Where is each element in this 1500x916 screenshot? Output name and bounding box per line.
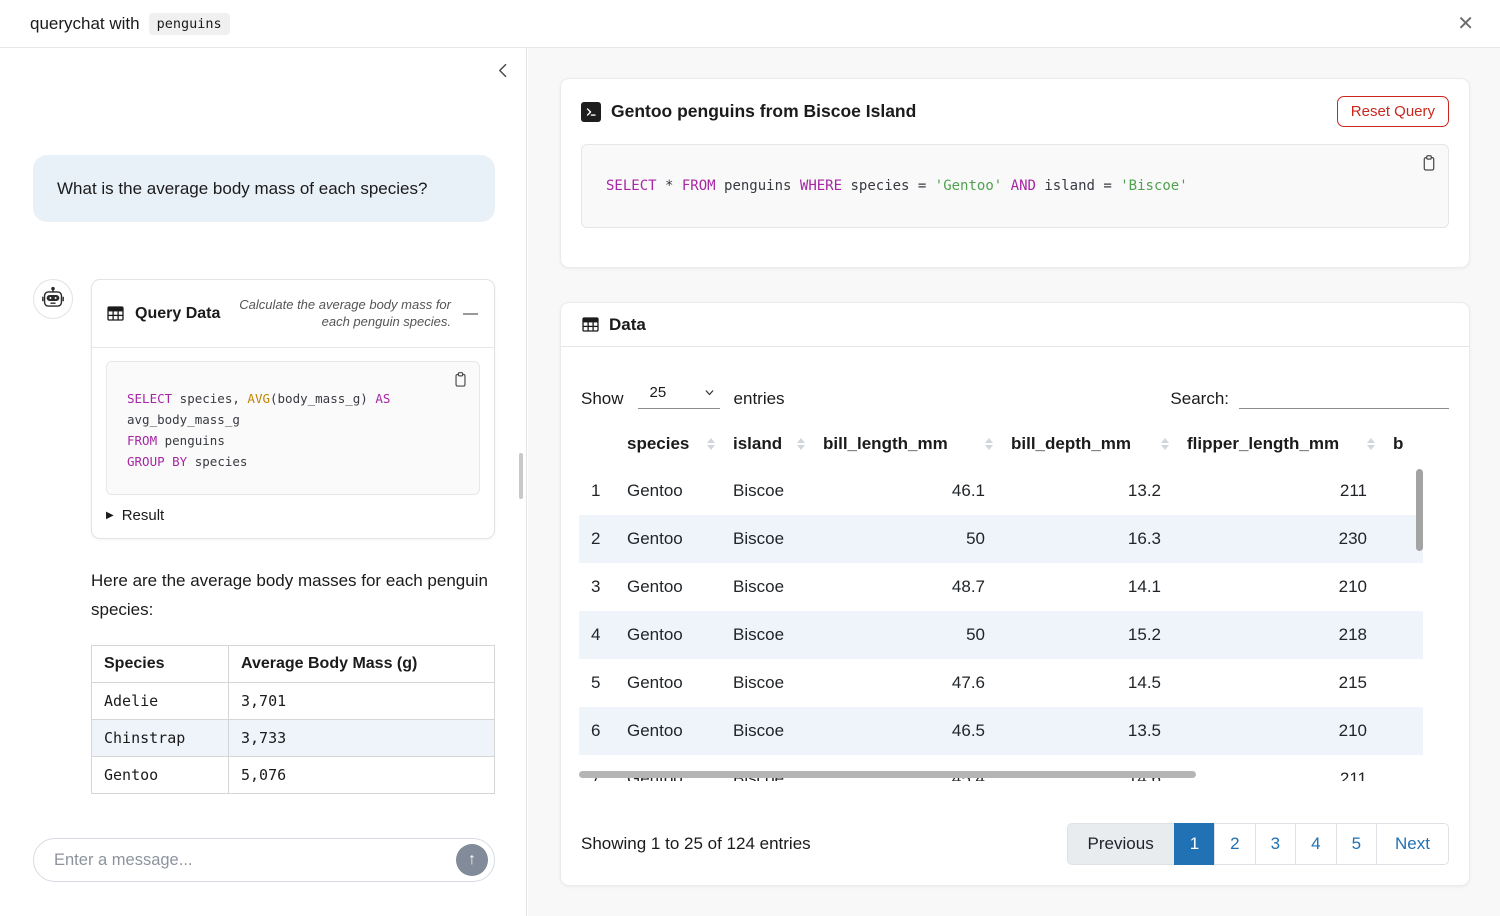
column-header-flipper-length[interactable]: flipper_length_mm: [1179, 425, 1385, 467]
data-card: Data Show 25 entries Search:: [560, 302, 1470, 886]
minimize-icon[interactable]: —: [461, 305, 480, 322]
column-header-bill-depth[interactable]: bill_depth_mm: [1003, 425, 1179, 467]
pagination-page-5[interactable]: 5: [1336, 823, 1377, 865]
arrow-up-icon: ↑: [468, 851, 476, 869]
sql-code-block-large: SELECT * FROM penguins WHERE species = '…: [581, 144, 1449, 228]
entries-info: Showing 1 to 25 of 124 entries: [581, 834, 811, 854]
pagination-page-1[interactable]: 1: [1174, 823, 1215, 865]
summary-col-mass: Average Body Mass (g): [229, 646, 495, 683]
close-icon[interactable]: ✕: [1457, 14, 1474, 34]
table-icon: [581, 315, 600, 334]
data-table-header: species island bill_length_mm bill_depth…: [579, 425, 1423, 467]
tool-card-header: Query Data Calculate the average body ma…: [92, 280, 494, 348]
sidebar-collapse-button[interactable]: [495, 62, 512, 82]
column-header-island[interactable]: island: [725, 425, 815, 467]
user-message: What is the average body mass of each sp…: [33, 155, 495, 222]
table-icon: [106, 304, 125, 323]
column-header-body-mass-truncated[interactable]: b: [1385, 425, 1423, 467]
summary-row: Chinstrap 3,733: [92, 720, 495, 757]
terminal-icon: [581, 102, 601, 122]
pagination-page-3[interactable]: 3: [1255, 823, 1296, 865]
chevron-left-icon: [495, 62, 512, 79]
column-header-species[interactable]: species: [619, 425, 725, 467]
search-input[interactable]: [1239, 386, 1449, 409]
sort-icon: [1367, 438, 1375, 450]
app-title-text: querychat with: [30, 14, 140, 34]
query-card: Gentoo penguins from Biscoe Island Reset…: [560, 78, 1470, 268]
show-label: Show: [581, 389, 624, 409]
query-title-group: Gentoo penguins from Biscoe Island: [581, 101, 1337, 122]
robot-icon: [40, 286, 66, 312]
table-row: 3 Gentoo Biscoe 48.7 14.1 210: [579, 563, 1423, 611]
summary-table: Species Average Body Mass (g) Adelie 3,7…: [91, 645, 495, 794]
sql-code-block-small: SELECT species, AVG(body_mass_g) AS avg_…: [106, 361, 480, 495]
horizontal-scrollbar[interactable]: [579, 771, 1196, 778]
summary-row: Gentoo 5,076: [92, 757, 495, 794]
column-header-bill-length[interactable]: bill_length_mm: [815, 425, 1003, 467]
dataset-badge: penguins: [149, 13, 230, 35]
search-control: Search:: [1170, 386, 1449, 409]
data-card-header: Data: [561, 303, 1469, 347]
copy-icon[interactable]: [1420, 154, 1438, 175]
sort-icon: [985, 438, 993, 450]
pagination-page-4[interactable]: 4: [1295, 823, 1336, 865]
result-toggle[interactable]: ▶ Result: [106, 507, 480, 524]
data-table-scroll-area: 1 Gentoo Biscoe 46.1 13.2 211 2 Gentoo: [579, 467, 1423, 781]
page-length-control: Show 25 entries: [581, 384, 785, 409]
message-composer: ↑: [33, 838, 495, 882]
chat-sidebar: What is the average body mass of each sp…: [0, 48, 527, 916]
pagination: Previous 1 2 3 4 5 Next: [1067, 823, 1449, 865]
table-row: 6 Gentoo Biscoe 46.5 13.5 210: [579, 707, 1423, 755]
vertical-scrollbar[interactable]: [1416, 469, 1423, 551]
entries-label: entries: [734, 389, 785, 409]
tool-card-title-group: Query Data: [106, 304, 220, 323]
table-row: 5 Gentoo Biscoe 47.6 14.5 215: [579, 659, 1423, 707]
triangle-right-icon: ▶: [106, 510, 114, 521]
search-label: Search:: [1170, 389, 1229, 409]
reset-query-button[interactable]: Reset Query: [1337, 96, 1449, 127]
page-size-select[interactable]: 25: [638, 384, 720, 409]
data-table-body: 1 Gentoo Biscoe 46.1 13.2 211 2 Gentoo: [579, 467, 1423, 781]
pagination-previous[interactable]: Previous: [1067, 823, 1175, 865]
app-window: querychat with penguins ✕ What is the av…: [0, 0, 1500, 916]
assistant-message: Here are the average body masses for eac…: [91, 567, 501, 625]
app-title: querychat with penguins: [30, 13, 230, 35]
pagination-next[interactable]: Next: [1376, 823, 1449, 865]
tool-card-title: Query Data: [135, 305, 220, 323]
query-card-header: Gentoo penguins from Biscoe Island Reset…: [561, 79, 1469, 140]
table-controls: Show 25 entries Search:: [581, 371, 1449, 409]
send-button[interactable]: ↑: [456, 844, 488, 876]
pagination-page-2[interactable]: 2: [1214, 823, 1255, 865]
sort-icon: [707, 438, 715, 450]
chevron-down-icon: [703, 386, 716, 399]
assistant-avatar: [33, 279, 73, 319]
sql-query-text: SELECT * FROM penguins WHERE species = '…: [606, 178, 1188, 194]
message-input[interactable]: [54, 851, 456, 870]
data-table: species island bill_length_mm bill_depth…: [579, 425, 1451, 781]
tool-card-description: Calculate the average body mass for each…: [230, 297, 451, 330]
sidebar-resize-handle[interactable]: [519, 453, 523, 499]
sort-icon: [797, 438, 805, 450]
result-toggle-label: Result: [122, 507, 165, 524]
query-title: Gentoo penguins from Biscoe Island: [611, 101, 916, 122]
table-row: 1 Gentoo Biscoe 46.1 13.2 211: [579, 467, 1423, 515]
tool-card-body: SELECT species, AVG(body_mass_g) AS avg_…: [92, 348, 494, 538]
summary-row: Adelie 3,701: [92, 683, 495, 720]
main-panel: Gentoo penguins from Biscoe Island Reset…: [528, 48, 1500, 916]
summary-col-species: Species: [92, 646, 229, 683]
page-size-value: 25: [650, 384, 667, 401]
topbar: querychat with penguins ✕: [0, 0, 1500, 48]
column-header-rownum: [579, 425, 619, 467]
data-card-title: Data: [609, 315, 646, 335]
table-row: 4 Gentoo Biscoe 50 15.2 218: [579, 611, 1423, 659]
tool-call-card: Query Data Calculate the average body ma…: [91, 279, 495, 539]
copy-icon[interactable]: [452, 371, 469, 391]
table-footer: Showing 1 to 25 of 124 entries Previous …: [581, 823, 1449, 865]
sort-icon: [1161, 438, 1169, 450]
table-row: 2 Gentoo Biscoe 50 16.3 230: [579, 515, 1423, 563]
